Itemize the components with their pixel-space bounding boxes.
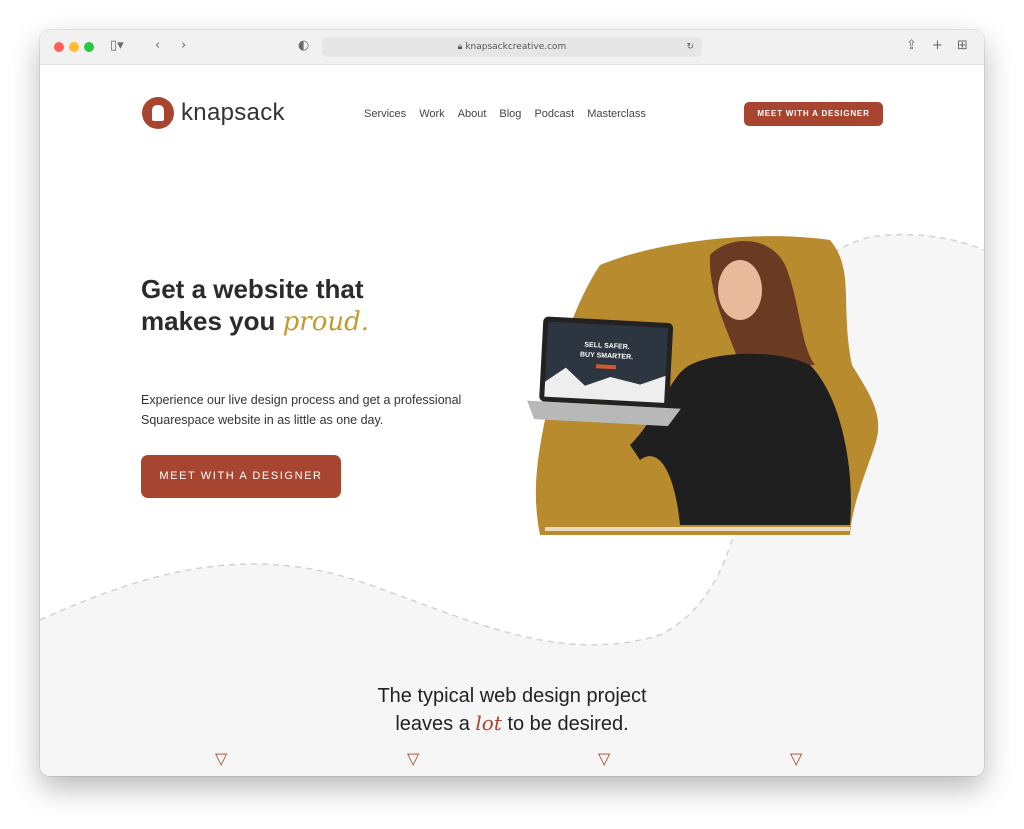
hero-image: SELL SAFER. BUY SMARTER. — [527, 236, 879, 535]
nav-work[interactable]: Work — [419, 108, 444, 120]
hero-title: Get a website that makes you proud. — [141, 274, 370, 337]
nav-about[interactable]: About — [458, 108, 487, 120]
triangle-down-icon: ▽ — [407, 749, 420, 768]
forward-icon[interactable]: › — [181, 38, 186, 53]
back-icon[interactable]: ‹ — [155, 38, 160, 53]
hero-meet-designer-button[interactable]: MEET WITH A DESIGNER — [141, 455, 341, 498]
web-page: SELL SAFER. BUY SMARTER. knapsack Servic… — [40, 65, 984, 776]
url-text: knapsackcreative.com — [465, 42, 567, 52]
nav-masterclass[interactable]: Masterclass — [587, 108, 646, 120]
section-heading: The typical web design project leaves a l… — [377, 685, 647, 735]
backpack-logo-icon — [142, 97, 174, 129]
share-icon[interactable]: ⇪ — [906, 38, 917, 53]
triangle-down-icon: ▽ — [790, 749, 803, 768]
address-bar[interactable]: 🔒︎ knapsackcreative.com ↻ — [322, 37, 702, 57]
sidebar-icon[interactable]: ▯▾ — [110, 38, 124, 53]
nav-podcast[interactable]: Podcast — [534, 108, 574, 120]
browser-window: ▯▾ ‹ › ◐ 🔒︎ knapsackcreative.com ↻ ⇪ + ⊞ … — [40, 30, 984, 776]
browser-toolbar: ▯▾ ‹ › ◐ 🔒︎ knapsackcreative.com ↻ ⇪ + ⊞ — [40, 30, 984, 65]
header-meet-designer-button[interactable]: MEET WITH A DESIGNER — [744, 102, 883, 126]
triangle-down-icon: ▽ — [215, 749, 228, 768]
tab-overview-icon[interactable]: ⊞ — [957, 38, 968, 53]
logo-text: knapsack — [181, 99, 285, 126]
minimize-window-button[interactable] — [69, 42, 79, 52]
hero-subtitle: Experience our live design process and g… — [141, 393, 462, 427]
new-tab-icon[interactable]: + — [932, 38, 943, 53]
nav-blog[interactable]: Blog — [499, 108, 521, 120]
triangle-down-icon: ▽ — [598, 749, 611, 768]
shield-icon[interactable]: ◐ — [298, 38, 309, 53]
maximize-window-button[interactable] — [84, 42, 94, 52]
nav-services[interactable]: Services — [364, 108, 406, 120]
logo[interactable]: knapsack — [142, 97, 285, 129]
reload-icon[interactable]: ↻ — [686, 37, 694, 57]
main-nav: Services Work About Blog Podcast Masterc… — [364, 108, 646, 120]
close-window-button[interactable] — [54, 42, 64, 52]
